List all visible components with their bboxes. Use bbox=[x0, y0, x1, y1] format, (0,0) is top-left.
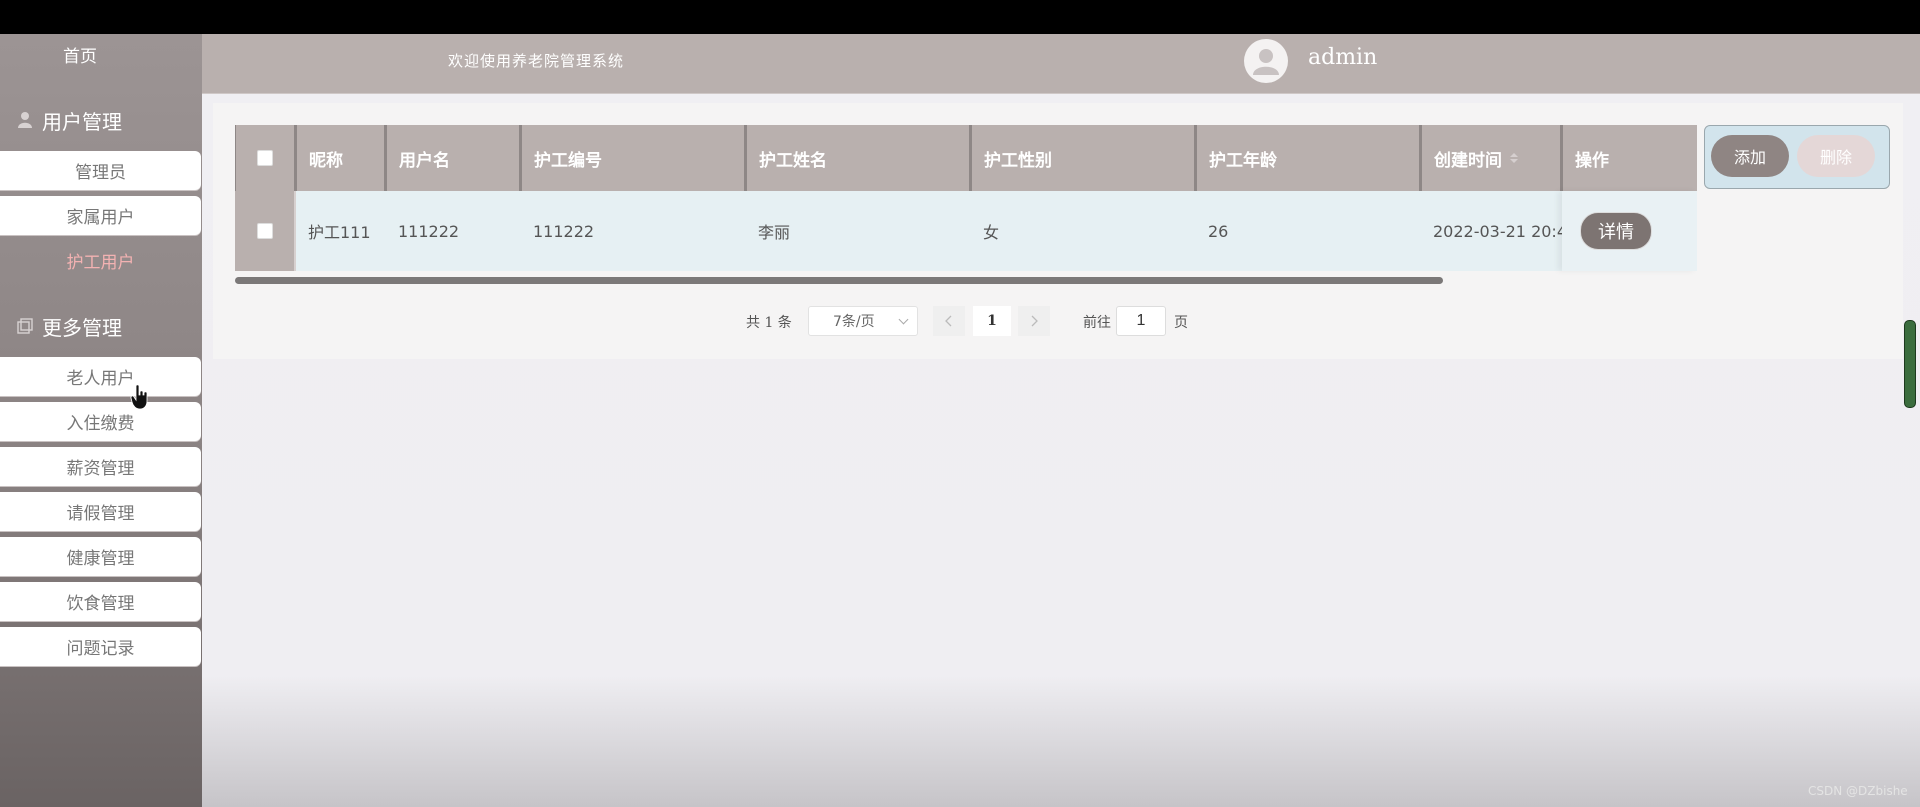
username[interactable]: admin bbox=[1308, 45, 1377, 70]
sidebar-home[interactable]: 首页 bbox=[0, 42, 160, 67]
column-header-action: 操作 bbox=[1562, 125, 1697, 191]
add-button[interactable]: 添加 bbox=[1711, 135, 1789, 177]
scrollbar-thumb[interactable] bbox=[235, 277, 1443, 284]
chevron-left-icon bbox=[945, 315, 952, 327]
main-content: 欢迎使用养老院管理系统 admin 昵称 用户名 护工编号 护工姓名 护工性别 … bbox=[202, 34, 1920, 807]
table-header: 昵称 用户名 护工编号 护工姓名 护工性别 护工年龄 创建时间 操作 bbox=[235, 125, 1697, 191]
sidebar-section-more-management[interactable]: 更多管理 bbox=[16, 310, 122, 342]
chevron-right-icon bbox=[1031, 315, 1038, 327]
sidebar-item-salary-management[interactable]: 薪资管理 bbox=[0, 447, 201, 486]
select-all-checkbox[interactable] bbox=[257, 150, 273, 166]
sidebar-section-title: 更多管理 bbox=[42, 315, 122, 340]
column-header-worker-name: 护工姓名 bbox=[746, 125, 971, 191]
column-header-worker-no: 护工编号 bbox=[521, 125, 746, 191]
sidebar-item-issue-records[interactable]: 问题记录 bbox=[0, 627, 201, 666]
goto-label: 前往 bbox=[1083, 315, 1111, 331]
hand-cursor-icon bbox=[130, 384, 148, 410]
user-avatar-icon bbox=[1253, 49, 1279, 75]
cell-username: 111222 bbox=[398, 221, 460, 241]
column-header-username: 用户名 bbox=[386, 125, 521, 191]
page-size-select[interactable]: 7条/页 bbox=[808, 306, 918, 336]
goto-page-input[interactable] bbox=[1116, 306, 1166, 336]
delete-button[interactable]: 删除 bbox=[1797, 135, 1875, 177]
pagination-total: 共 1 条 bbox=[746, 315, 792, 331]
pagination: 共 1 条 7条/页 1 前往 页 bbox=[213, 304, 1903, 338]
sidebar-item-label: 请假管理 bbox=[66, 504, 135, 524]
row-checkbox[interactable] bbox=[256, 223, 273, 239]
sidebar-item-caregiver-users[interactable]: 护工用户 bbox=[0, 241, 201, 280]
cell-created: 2022-03-21 20:4 bbox=[1433, 221, 1562, 241]
sidebar-item-label: 护工用户 bbox=[66, 253, 135, 273]
sort-icon[interactable] bbox=[1510, 153, 1518, 163]
sidebar-item-health-management[interactable]: 健康管理 bbox=[0, 537, 201, 576]
sidebar-item-label: 入住缴费 bbox=[66, 414, 135, 434]
column-header-created[interactable]: 创建时间 bbox=[1421, 125, 1562, 191]
copy-icon bbox=[17, 318, 33, 334]
sidebar: 首页 用户管理 管理员 家属用户 护工用户 更多管理 老人用户 入住缴费 薪资管… bbox=[0, 34, 202, 807]
table-row: 护工111 111222 111222 李丽 女 26 2022-03-21 2… bbox=[235, 191, 1697, 271]
sidebar-item-label: 饮食管理 bbox=[66, 594, 135, 614]
top-header: 欢迎使用养老院管理系统 admin bbox=[202, 34, 1920, 94]
sidebar-item-checkin-payment[interactable]: 入住缴费 bbox=[0, 402, 201, 441]
sidebar-item-elderly-users[interactable]: 老人用户 bbox=[0, 357, 201, 396]
cell-worker-no: 111222 bbox=[533, 221, 595, 241]
avatar[interactable] bbox=[1244, 39, 1288, 83]
column-header-age: 护工年龄 bbox=[1196, 125, 1421, 191]
cell-action: 详情 bbox=[1562, 191, 1697, 271]
table-horizontal-scrollbar[interactable] bbox=[235, 277, 1697, 285]
welcome-text: 欢迎使用养老院管理系统 bbox=[448, 52, 625, 70]
window-top-bar bbox=[0, 0, 1920, 34]
sidebar-item-admin[interactable]: 管理员 bbox=[0, 151, 201, 190]
sidebar-item-label: 薪资管理 bbox=[66, 459, 135, 479]
sidebar-item-family-users[interactable]: 家属用户 bbox=[0, 196, 201, 235]
page-label: 页 bbox=[1174, 315, 1188, 331]
watermark: CSDN @DZbishe bbox=[1808, 784, 1908, 798]
cell-age: 26 bbox=[1208, 221, 1229, 241]
sidebar-item-diet-management[interactable]: 饮食管理 bbox=[0, 582, 201, 621]
detail-button[interactable]: 详情 bbox=[1580, 212, 1652, 250]
next-page-button[interactable] bbox=[1018, 306, 1050, 336]
current-page-number[interactable]: 1 bbox=[973, 306, 1011, 336]
sidebar-item-label: 问题记录 bbox=[66, 639, 135, 659]
sidebar-item-label: 健康管理 bbox=[66, 549, 135, 569]
vertical-scrollbar[interactable] bbox=[1904, 320, 1916, 408]
content-panel: 昵称 用户名 护工编号 护工姓名 护工性别 护工年龄 创建时间 操作 护工111… bbox=[213, 103, 1903, 359]
sidebar-item-label: 管理员 bbox=[75, 163, 126, 183]
chevron-down-icon bbox=[898, 314, 909, 325]
column-header-gender: 护工性别 bbox=[971, 125, 1196, 191]
page-size-value: 7条/页 bbox=[833, 314, 875, 330]
row-select-cell[interactable] bbox=[235, 191, 296, 271]
sidebar-item-label: 家属用户 bbox=[66, 208, 135, 228]
prev-page-button[interactable] bbox=[933, 306, 965, 336]
sidebar-item-label: 老人用户 bbox=[66, 369, 135, 389]
column-header-label: 创建时间 bbox=[1434, 150, 1502, 171]
cell-nickname: 护工111 bbox=[308, 223, 371, 242]
sidebar-item-leave-management[interactable]: 请假管理 bbox=[0, 492, 201, 531]
caregiver-table: 昵称 用户名 护工编号 护工姓名 护工性别 护工年龄 创建时间 操作 护工111… bbox=[235, 125, 1697, 285]
column-header-nickname: 昵称 bbox=[296, 125, 386, 191]
cell-worker-name: 李丽 bbox=[758, 223, 791, 242]
sidebar-section-user-management[interactable]: 用户管理 bbox=[16, 104, 122, 136]
action-toolbar: 添加 删除 bbox=[1704, 125, 1890, 189]
user-icon bbox=[18, 112, 32, 128]
header-select-all[interactable] bbox=[235, 125, 296, 191]
cell-gender: 女 bbox=[983, 223, 1000, 242]
sidebar-section-title: 用户管理 bbox=[42, 109, 122, 134]
